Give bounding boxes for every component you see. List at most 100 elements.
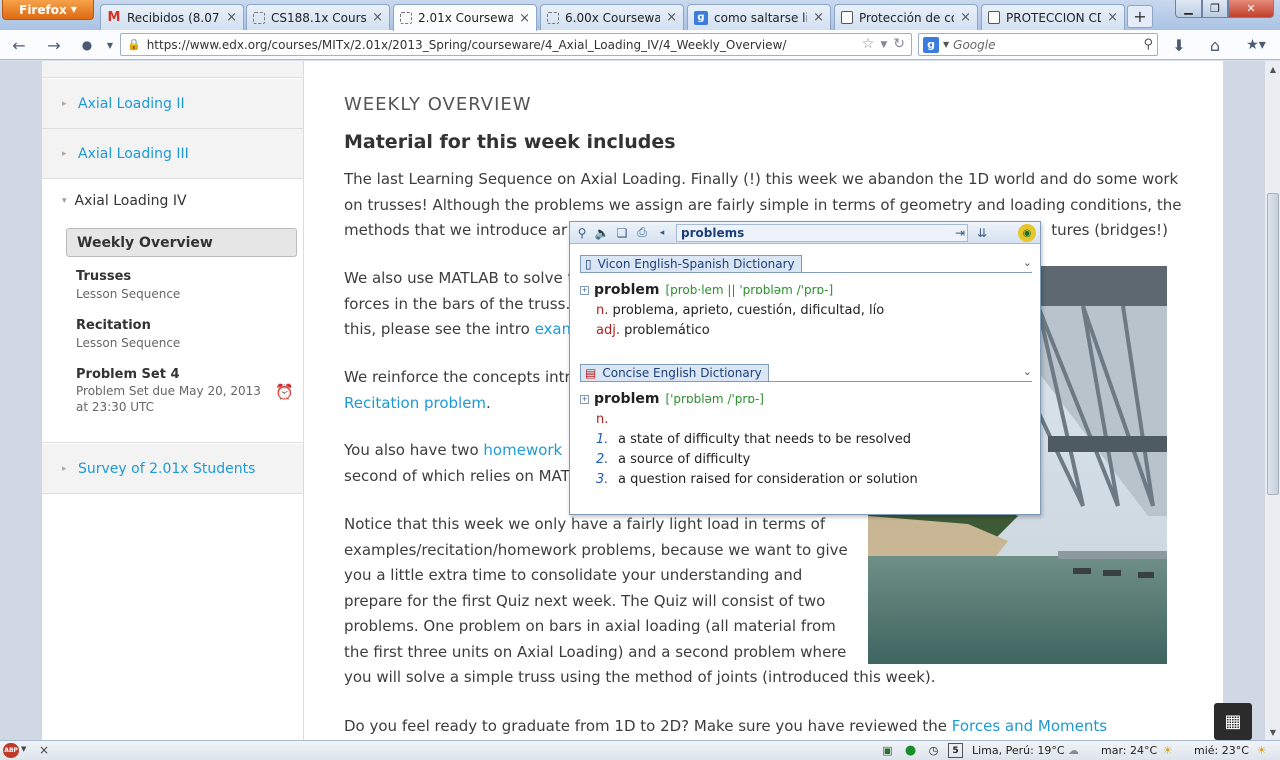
calendar-day: 5 — [952, 745, 959, 756]
sidebar-item-trusses[interactable]: Trusses Lesson Sequence — [76, 269, 180, 302]
arrow-left-icon[interactable]: ◂ — [654, 225, 670, 241]
calculator-button[interactable]: ▦ — [1214, 703, 1252, 740]
forces-and-moments-link[interactable]: Forces and Moments — [952, 717, 1107, 735]
forward-button[interactable]: → — [43, 34, 65, 56]
tab-title: 2.01x Courseware — [418, 11, 513, 25]
print-icon[interactable]: ⎙ — [634, 225, 650, 241]
speaker-icon[interactable]: 🔈 — [594, 225, 610, 241]
part-of-speech: adj. — [596, 323, 620, 338]
close-window-button[interactable]: ✕ — [1228, 0, 1274, 18]
dictionary-search-input[interactable]: problems — [676, 224, 968, 242]
calendar-icon[interactable]: 5 — [948, 743, 963, 758]
chevron-down-icon[interactable]: ⌄ — [1023, 256, 1032, 272]
new-tab-button[interactable]: + — [1127, 5, 1153, 28]
text-line: Notice that this week we only have a fai… — [344, 515, 826, 533]
search-bar[interactable]: g ▼ Google ⚲ — [918, 33, 1158, 56]
addon-button[interactable]: ● — [76, 34, 98, 56]
close-tab-icon[interactable]: × — [666, 10, 677, 25]
minimize-button[interactable]: ▁ — [1175, 0, 1202, 18]
tab-201x[interactable]: 2.01x Courseware × — [393, 4, 537, 31]
scroll-down-icon[interactable]: ▼ — [1265, 724, 1280, 740]
caret-down-icon[interactable]: ▼ — [943, 40, 949, 49]
tab-proteccion-2[interactable]: PROTECCION CD... × — [981, 4, 1125, 30]
lightbulb-icon: ● — [81, 38, 93, 52]
scroll-up-icon[interactable]: ▲ — [1265, 61, 1280, 77]
page-icon — [400, 12, 412, 24]
abp-label: ABP — [4, 747, 18, 754]
search-icon[interactable]: ⚲ — [1143, 37, 1153, 52]
sidebar-chapter-previous[interactable] — [42, 61, 303, 78]
chapter-label: Axial Loading IV — [74, 193, 187, 209]
sidebar-chapter-axial-loading-iii[interactable]: ▸ Axial Loading III — [42, 129, 303, 179]
expand-icon[interactable]: + — [580, 286, 589, 295]
sidebar-item-recitation[interactable]: Recitation Lesson Sequence — [76, 318, 180, 351]
page-title: WEEKLY OVERVIEW — [344, 94, 532, 115]
babylon-logo-icon[interactable]: ◉ — [1018, 224, 1036, 242]
weather-tuesday[interactable]: mar: 24°C — [1101, 744, 1157, 757]
text-line: forces in the bars of the truss. — [344, 294, 571, 313]
network-icon[interactable]: ▣ — [880, 743, 895, 758]
recitation-problem-link[interactable]: Recitation problem — [344, 394, 486, 412]
url-bar[interactable]: 🔒 https://www.edx.org/courses/MITx/2.01x… — [120, 33, 912, 56]
search-icon[interactable]: ⚲ — [574, 225, 590, 241]
close-addon-bar-icon[interactable]: × — [39, 743, 49, 757]
sidebar-item-problem-set-4[interactable]: Problem Set 4 Problem Set due May 20, 20… — [76, 367, 261, 415]
options-icon[interactable]: ⇊ — [974, 225, 990, 241]
scrollbar-thumb[interactable] — [1267, 193, 1279, 495]
url-text[interactable]: https://www.edx.org/courses/MITx/2.01x/2… — [147, 38, 856, 52]
weather-current[interactable]: Lima, Perú: 19°C — [972, 744, 1065, 757]
caret-down-icon[interactable]: ▼ — [21, 745, 26, 753]
clock-icon[interactable]: ◷ — [926, 743, 941, 758]
sidebar-chapter-survey[interactable]: ▸ Survey of 2.01x Students — [42, 444, 303, 494]
us-flag-icon: ▤ — [585, 366, 597, 380]
weather-wednesday[interactable]: mié: 23°C — [1194, 744, 1249, 757]
bookmarks-button[interactable]: ★▾ — [1240, 34, 1272, 56]
definition: problemático — [624, 323, 710, 338]
close-tab-icon[interactable]: × — [960, 10, 971, 25]
firefox-menu-button[interactable]: Firefox ▼ — [2, 0, 94, 20]
tab-600x[interactable]: 6.00x Courseware × — [540, 4, 684, 30]
bookmark-star-icon[interactable]: ☆ — [862, 36, 875, 54]
homework-link[interactable]: homework — [483, 441, 562, 459]
chapter-header[interactable]: ▾ Axial Loading IV — [62, 193, 187, 209]
downloads-button[interactable]: ⬇ — [1168, 34, 1190, 56]
expand-icon[interactable]: + — [580, 395, 589, 404]
section-tab[interactable]: ▤ Concise English Dictionary — [580, 364, 769, 381]
text-line: problems. One problem on bars in axial l… — [344, 617, 836, 635]
go-arrow-icon[interactable]: ⇥ — [952, 225, 968, 241]
sidebar-chapter-axial-loading-ii[interactable]: ▸ Axial Loading II — [42, 79, 303, 129]
chevron-down-icon[interactable]: ⌄ — [1023, 365, 1032, 381]
status-green-icon[interactable]: ● — [903, 743, 918, 758]
adblock-plus-icon[interactable]: ABP — [3, 743, 19, 758]
section-tab[interactable]: ▯ Vicon English-Spanish Dictionary — [580, 255, 802, 272]
google-icon[interactable]: g — [923, 36, 939, 53]
book-icon: ▯ — [585, 257, 592, 271]
close-tab-icon[interactable]: × — [1107, 10, 1118, 25]
text-line: methods that we introduce ar — [344, 221, 568, 239]
tab-proteccion-1[interactable]: Protección de co... × — [834, 4, 978, 30]
back-button[interactable]: ← — [8, 34, 30, 56]
phonetic: ['prɒbləm /'prɒ-] — [665, 392, 764, 406]
reload-icon[interactable]: ↻ — [893, 36, 905, 54]
search-input[interactable]: Google — [953, 38, 1139, 52]
tab-google-search[interactable]: g como saltarse lin... × — [687, 4, 831, 30]
dictionary-section-vicon: ▯ Vicon English-Spanish Dictionary ⌄ + pr… — [580, 254, 1032, 338]
page-scrollbar[interactable]: ▲ ▼ — [1264, 61, 1280, 740]
text-line: tures (bridges!) — [1051, 221, 1168, 239]
sidebar-item-weekly-overview[interactable]: Weekly Overview — [66, 228, 297, 257]
home-button[interactable]: ⌂ — [1204, 34, 1226, 56]
section-heading: Material for this week includes — [344, 131, 676, 153]
copy-icon[interactable]: ❏ — [614, 225, 630, 241]
part-of-speech: n. — [596, 412, 609, 427]
close-tab-icon[interactable]: × — [519, 11, 530, 26]
close-tab-icon[interactable]: × — [226, 10, 237, 25]
tab-cs188[interactable]: CS188.1x Course... × — [246, 4, 390, 30]
maximize-button[interactable]: ❐ — [1202, 0, 1228, 18]
close-tab-icon[interactable]: × — [813, 10, 824, 25]
chevron-down-icon[interactable]: ▼ — [880, 36, 887, 54]
chevron-down-icon: ▾ — [62, 196, 67, 206]
calculator-icon: ▦ — [1224, 711, 1242, 732]
tab-gmail[interactable]: M Recibidos (8.075) ... × — [100, 4, 244, 30]
addon-dropdown[interactable]: ▼ — [99, 34, 121, 56]
close-tab-icon[interactable]: × — [372, 10, 383, 25]
